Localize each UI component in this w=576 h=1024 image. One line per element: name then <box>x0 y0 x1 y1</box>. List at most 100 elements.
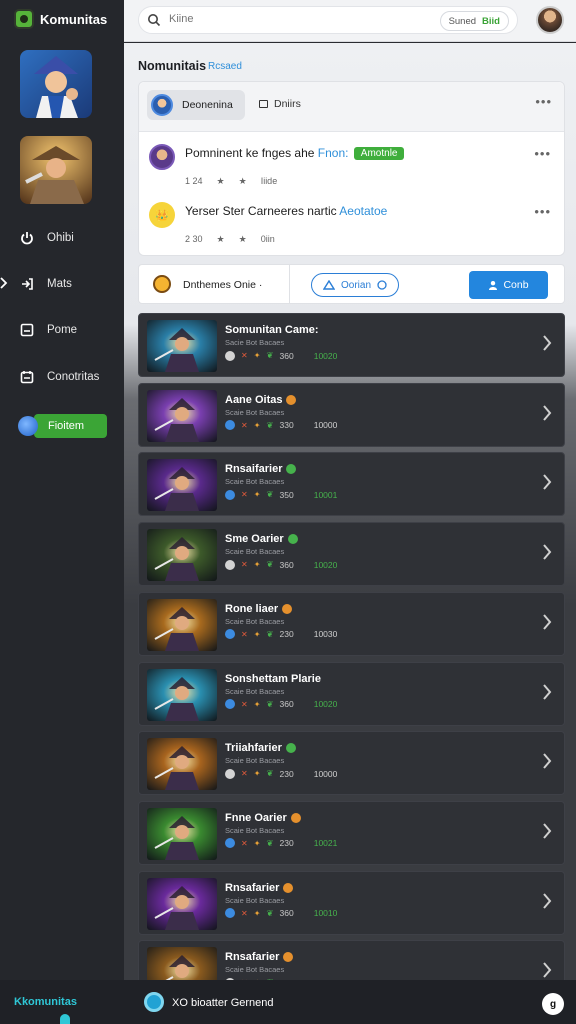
avatar <box>149 144 175 170</box>
game-meta: ✕ ✦ ❦ 330 10000 <box>225 420 337 431</box>
chevron-right-icon[interactable] <box>542 822 552 840</box>
game-thumbnail <box>147 320 217 372</box>
more-options-icon[interactable]: ••• <box>535 94 552 109</box>
leaf-icon: ❦ <box>266 559 274 570</box>
game-title: Aane Oitas <box>225 394 297 406</box>
status-badge: Amotnle <box>353 147 405 160</box>
game-row[interactable]: Fnne Oarier Scaie Bot Bacaes ✕ ✦ ❦ 230 1… <box>138 800 565 865</box>
game-row[interactable]: Triiahfarier Scaie Bot Bacaes ✕ ✦ ❦ 230 … <box>138 731 565 796</box>
game-stat-a: 360 <box>279 350 294 361</box>
game-stat-a: 230 <box>279 838 294 849</box>
tab-deonenina[interactable]: Deonenina <box>147 90 245 120</box>
game-stat-b: 10020 <box>313 350 338 361</box>
game-stat-a: 230 <box>279 768 294 779</box>
game-subtitle: Scaie Bot Bacaes <box>225 895 285 905</box>
flame-icon: ✦ <box>253 351 261 360</box>
game-stat-a: 350 <box>279 489 294 500</box>
chevron-right-icon[interactable] <box>542 752 552 770</box>
chevron-right-icon[interactable] <box>542 613 552 631</box>
search-filter-pill[interactable]: Suned Biid <box>439 11 509 31</box>
sidebar-item-ohibi[interactable]: Ohibi <box>0 224 124 252</box>
sidebar-item-label: Pome <box>47 324 78 336</box>
game-title: Sme Oarier <box>225 533 298 545</box>
game-stat-a: 360 <box>279 699 294 709</box>
game-title: Triiahfarier <box>225 742 296 754</box>
game-thumbnail <box>147 459 217 512</box>
game-stat-b: 10020 <box>313 699 338 709</box>
bottom-indicator <box>60 1014 70 1024</box>
star-icon: ★ <box>238 176 247 186</box>
flame-icon: ✦ <box>253 699 261 709</box>
primary-action-button[interactable]: Conb <box>469 271 548 299</box>
game-title: Rone liaer <box>225 603 293 615</box>
search-icon <box>147 13 161 27</box>
bottom-bar: Kkomunitas XO bioatter Gernend g <box>0 980 576 1024</box>
arrow-right-icon <box>0 276 8 292</box>
sidebar-item-active[interactable]: Fioitem <box>34 414 107 438</box>
game-row[interactable]: Sonshettam Plarie Scaie Bot Bacaes ✕ ✦ ❦… <box>138 661 565 726</box>
game-stat-a: 330 <box>279 420 294 431</box>
game-thumbnail <box>147 529 217 582</box>
star-icon: ★ <box>216 176 225 186</box>
game-thumbnail <box>147 738 217 791</box>
search-bar[interactable]: Suned Biid <box>138 6 518 34</box>
more-options-icon[interactable]: ••• <box>534 204 551 219</box>
power-icon <box>18 229 36 247</box>
chevron-right-icon[interactable] <box>542 543 552 561</box>
bottom-brand[interactable]: Kkomunitas <box>14 996 77 1008</box>
feed-item[interactable]: 👑 Yerser Ster Carneeres nartic Aeotatoe … <box>149 200 551 250</box>
sidebar-item-mats[interactable]: Mats <box>0 270 124 298</box>
chevron-right-icon[interactable] <box>542 683 552 701</box>
community-feed-card: Deonenina Dniirs ••• Pomninent ke fnges … <box>138 81 565 256</box>
feed-item[interactable]: Pomninent ke fnges ahe Fnon: Amotnle 1 2… <box>149 142 551 192</box>
game-meta: ✕ ✦ ❦ 360 10020 <box>225 559 337 570</box>
game-title: Fnne Oarier <box>225 812 301 824</box>
search-pill-accent: Biid <box>482 15 500 27</box>
status-ring-icon[interactable] <box>144 992 164 1012</box>
page-subtitle-link[interactable]: Rcsaed <box>208 61 242 72</box>
filter-label[interactable]: Dnthemes Onie · <box>183 279 262 291</box>
game-stat-b: 10021 <box>313 838 338 849</box>
sword-icon: ✕ <box>241 351 248 360</box>
platform-icon <box>225 768 235 779</box>
status-dot-icon <box>286 464 297 475</box>
sword-icon: ✕ <box>241 769 248 779</box>
tab-label: Dniirs <box>274 98 301 110</box>
sidebar-item-pome[interactable]: Pome <box>0 316 124 344</box>
platform-icon <box>225 908 235 919</box>
filter-pill-button[interactable]: Oorian <box>311 273 399 297</box>
flame-icon: ✦ <box>253 560 261 570</box>
crown-icon: 👑 <box>149 202 175 228</box>
game-thumbnail <box>147 389 217 442</box>
chevron-right-icon[interactable] <box>542 473 552 491</box>
leaf-icon: ❦ <box>266 350 274 360</box>
sidebar-game-thumb-1[interactable] <box>20 50 92 118</box>
game-row[interactable]: Rnsafarier Scaie Bot Bacaes ✕ ✦ ❦ 360 10… <box>138 870 565 935</box>
chevron-right-icon[interactable] <box>542 961 552 979</box>
chevron-right-icon[interactable] <box>542 334 552 352</box>
more-options-icon[interactable]: ••• <box>534 146 551 161</box>
help-icon[interactable]: g <box>542 993 564 1015</box>
game-title: Sonshettam Plarie <box>225 672 321 685</box>
sidebar-item-conotritas[interactable]: Conotritas <box>0 363 124 391</box>
flame-icon: ✦ <box>253 629 261 639</box>
user-avatar[interactable] <box>536 6 564 34</box>
chevron-right-icon[interactable] <box>542 892 552 910</box>
platform-icon <box>225 629 235 640</box>
game-title: Rnsafarier <box>225 951 294 963</box>
filter-bar: Dnthemes Onie · Oorian Conb <box>138 264 565 304</box>
status-dot-icon <box>287 534 298 545</box>
game-row[interactable]: Sme Oarier Scaie Bot Bacaes ✕ ✦ ❦ 360 10… <box>138 522 565 587</box>
game-row[interactable]: Rone liaer Scaie Bot Bacaes ✕ ✦ ❦ 230 10… <box>138 591 565 656</box>
sword-icon: ✕ <box>241 420 248 430</box>
search-input[interactable] <box>169 13 369 25</box>
game-row[interactable]: Aane Oitas Scaie Bot Bacaes ✕ ✦ ❦ 330 10… <box>138 382 565 447</box>
game-row[interactable]: Somunitan Came: Sacie Bot Bacaes ✕ ✦ ❦ 3… <box>138 313 565 377</box>
top-bar: Suned Biid <box>124 0 576 42</box>
chevron-right-icon[interactable] <box>542 404 552 422</box>
tab-dniirs[interactable]: Dniirs <box>259 98 301 110</box>
game-subtitle: Scaie Bot Bacaes <box>225 825 285 835</box>
brand[interactable]: Komunitas <box>14 8 107 30</box>
game-row[interactable]: Rnsaifarier Scaie Bot Bacaes ✕ ✦ ❦ 350 1… <box>138 452 565 517</box>
sidebar-game-thumb-2[interactable] <box>20 136 92 204</box>
